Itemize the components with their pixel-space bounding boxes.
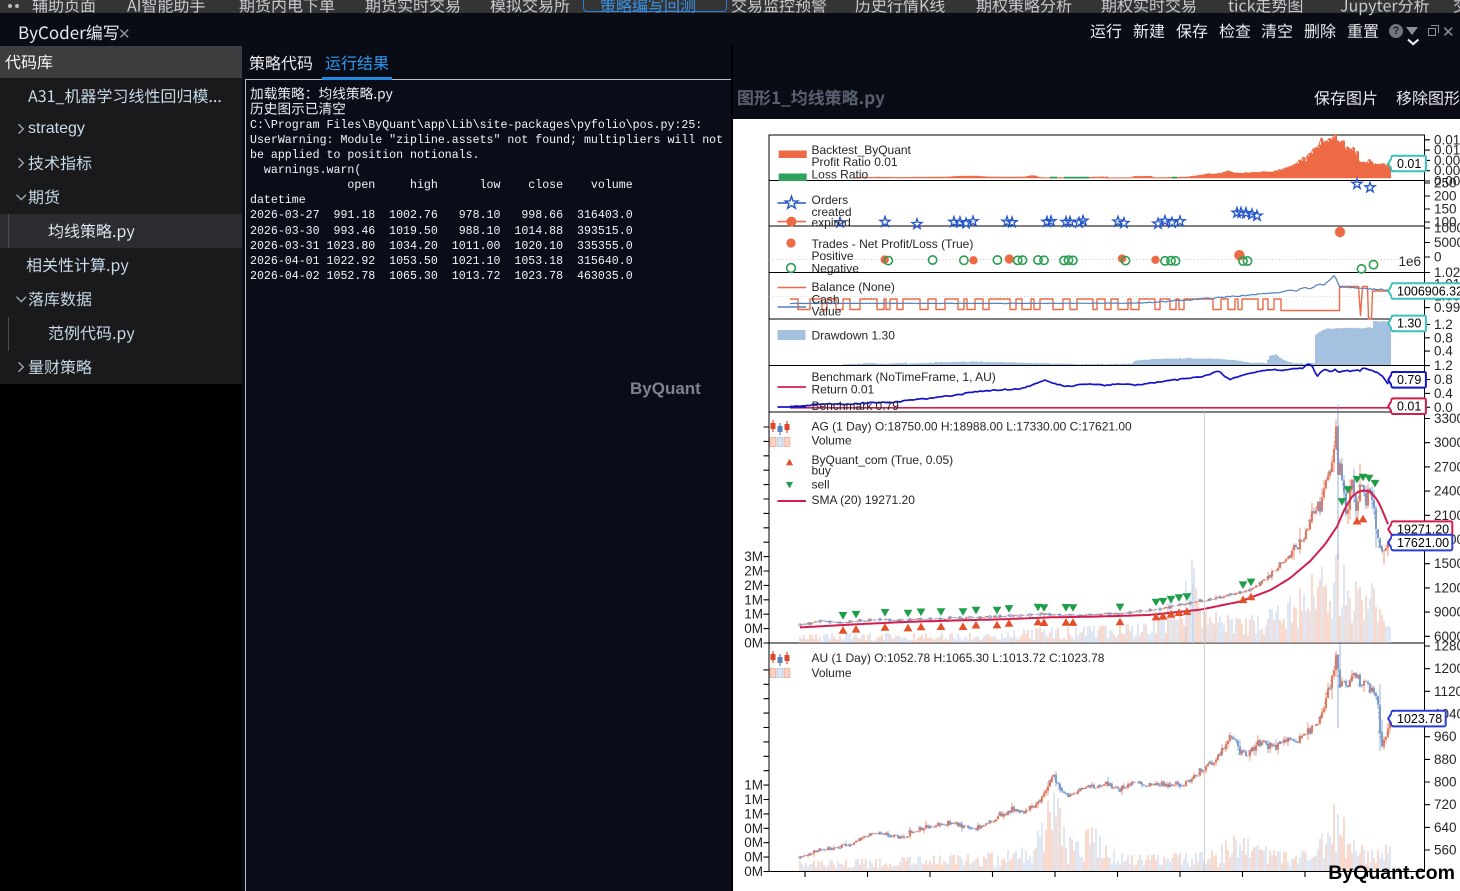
svg-text:Value: Value: [812, 305, 842, 319]
svg-text:27000: 27000: [1434, 459, 1460, 474]
svg-text:0M: 0M: [744, 850, 763, 865]
svg-text:0.4: 0.4: [1434, 386, 1453, 401]
svg-text:1M: 1M: [744, 778, 763, 793]
svg-text:24000: 24000: [1434, 484, 1460, 499]
svg-text:0.99: 0.99: [1434, 300, 1460, 315]
svg-text:buy: buy: [812, 464, 831, 478]
svg-text:2M: 2M: [744, 578, 763, 593]
svg-text:1e6: 1e6: [1398, 254, 1421, 269]
svg-text:Return 0.01: Return 0.01: [812, 383, 875, 397]
svg-text:960: 960: [1434, 729, 1457, 744]
svg-text:0M: 0M: [744, 835, 763, 850]
svg-text:0.01: 0.01: [1397, 400, 1421, 414]
svg-text:9000: 9000: [1434, 605, 1460, 620]
svg-text:expired: expired: [812, 215, 851, 229]
svg-text:0: 0: [1434, 250, 1442, 265]
svg-text:0.4: 0.4: [1434, 344, 1453, 359]
svg-text:1120: 1120: [1434, 684, 1460, 699]
svg-text:1M: 1M: [744, 792, 763, 807]
svg-text:560: 560: [1434, 843, 1457, 858]
svg-text:1280: 1280: [1434, 639, 1460, 654]
svg-text:1.30: 1.30: [1397, 317, 1421, 331]
svg-text:Drawdown 1.30: Drawdown 1.30: [812, 329, 896, 343]
svg-text:0M: 0M: [744, 636, 763, 651]
svg-text:3M: 3M: [744, 549, 763, 564]
svg-text:0M: 0M: [744, 864, 763, 879]
svg-text:AU (1 Day) O:1052.78 H:1065.30: AU (1 Day) O:1052.78 H:1065.30 L:1013.72…: [812, 651, 1105, 665]
svg-text:Volume: Volume: [812, 666, 852, 680]
svg-text:1006906.32: 1006906.32: [1397, 284, 1460, 298]
svg-text:640: 640: [1434, 820, 1457, 835]
svg-text:720: 720: [1434, 797, 1457, 812]
svg-text:Benchmark 0.79: Benchmark 0.79: [812, 399, 900, 413]
svg-text:1M: 1M: [744, 806, 763, 821]
svg-text:30000: 30000: [1434, 435, 1460, 450]
svg-text:17621.00: 17621.00: [1397, 536, 1449, 550]
svg-text:sell: sell: [812, 478, 830, 492]
svg-text:2M: 2M: [744, 564, 763, 579]
svg-text:SMA (20) 19271.20: SMA (20) 19271.20: [812, 493, 916, 507]
svg-text:AG (1 Day) O:18750.00 H:18988.: AG (1 Day) O:18750.00 H:18988.00 L:17330…: [812, 420, 1133, 434]
svg-text:0.01: 0.01: [1397, 157, 1421, 171]
svg-text:Loss Ratio: Loss Ratio: [812, 167, 869, 181]
svg-text:0M: 0M: [744, 621, 763, 636]
svg-text:880: 880: [1434, 752, 1457, 767]
svg-text:0M: 0M: [744, 821, 763, 836]
svg-text:Negative: Negative: [812, 262, 860, 276]
svg-text:33000: 33000: [1434, 411, 1460, 426]
svg-text:1200: 1200: [1434, 661, 1460, 676]
svg-text:12000: 12000: [1434, 580, 1460, 595]
svg-text:0.8: 0.8: [1434, 372, 1453, 387]
svg-text:Volume: Volume: [812, 434, 852, 448]
svg-text:1M: 1M: [744, 592, 763, 607]
svg-text:0.79: 0.79: [1397, 373, 1421, 387]
svg-text:1023.78: 1023.78: [1397, 712, 1442, 726]
svg-text:1M: 1M: [744, 607, 763, 622]
svg-text:ByQuant.com: ByQuant.com: [1328, 862, 1455, 884]
svg-text:1.2: 1.2: [1434, 358, 1453, 373]
svg-text:ByQuant_com (True, 0.05): ByQuant_com (True, 0.05): [812, 453, 954, 467]
svg-text:15000: 15000: [1434, 556, 1460, 571]
svg-text:5000: 5000: [1434, 235, 1460, 250]
svg-text:10000: 10000: [1434, 221, 1460, 236]
svg-text:800: 800: [1434, 775, 1457, 790]
